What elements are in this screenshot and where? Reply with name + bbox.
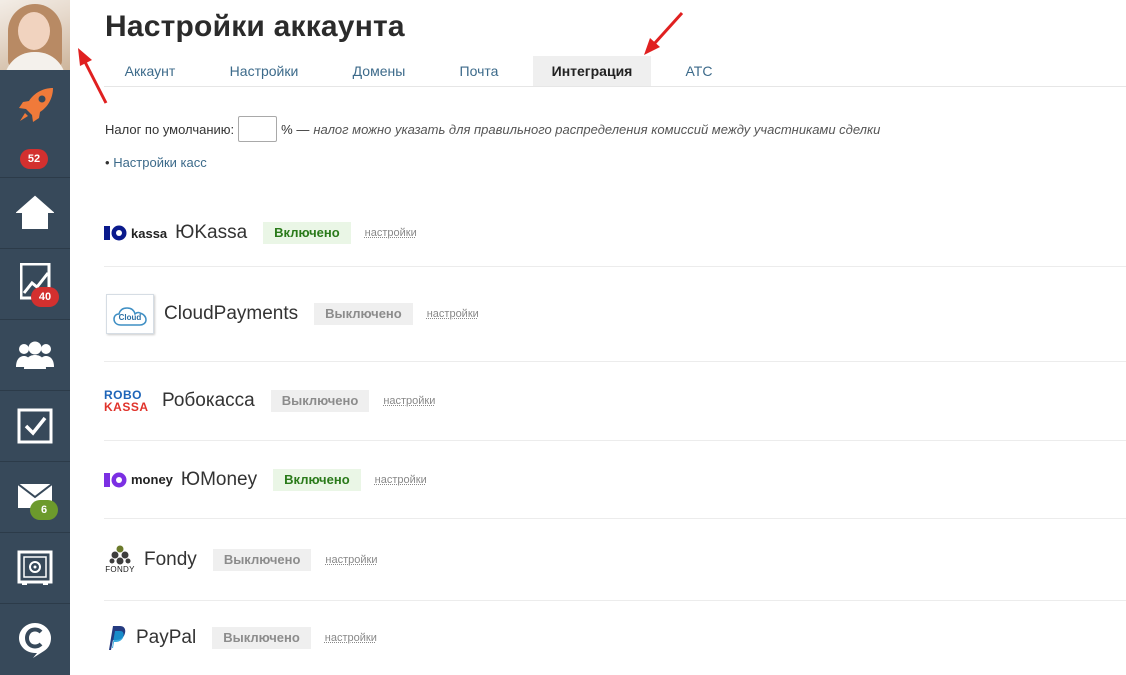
sidebar: 52 40 6 [0,0,70,675]
tab-mail[interactable]: Почта [440,56,518,86]
kassa-settings-link[interactable]: Настройки касс [113,155,207,170]
default-tax-row: Налог по умолчанию: % — налог можно указ… [105,116,880,142]
paypal-icon [109,626,126,650]
rocket-icon [19,88,53,122]
bullet: • [105,155,110,170]
integration-settings-link[interactable]: настройки [325,632,377,644]
status-badge: Включено [273,468,361,491]
sidebar-item-finance[interactable] [0,533,70,604]
integration-name: Робокасса [162,390,255,411]
integration-row-cloudpayments: Cloud CloudPayments Выключено настройки [104,267,1126,362]
fondy-logo-icon [109,545,131,565]
sidebar-item-rocket[interactable]: 52 [0,70,70,178]
sidebar-item-deals[interactable]: 40 [0,249,70,320]
status-badge: Включено [263,222,351,244]
users-icon [16,341,54,369]
checkbox-icon [17,408,53,444]
page-title: Настройки аккаунта [105,10,405,43]
yoomoney-logo-text: money [131,472,173,487]
sidebar-item-mail[interactable]: 6 [0,462,70,533]
tax-label: Налог по умолчанию: [105,121,235,137]
tab-domains[interactable]: Домены [334,56,424,86]
notification-badge: 40 [31,287,59,307]
kassa-settings-row: • Настройки касс [105,155,207,170]
fondy-logo-text: FONDY [105,565,135,574]
integration-name: CloudPayments [164,303,299,324]
integration-settings-link[interactable]: настройки [365,227,417,239]
arrow-to-avatar [78,48,108,104]
integration-name: Fondy [144,548,197,570]
support-chat-icon [19,622,51,658]
fondy-logo: FONDY [104,545,136,574]
integration-row-fondy: FONDY Fondy Выключено настройки [104,519,1126,601]
yookassa-logo-icon [104,225,127,241]
notification-badge: 52 [20,149,48,169]
robokassa-logo: ROBO KASSA [104,389,156,413]
integration-name: ЮMoney [180,468,258,490]
integration-name: ЮKassa [175,222,248,243]
integration-row-yoomoney: money ЮMoney Включено настройки [104,441,1126,519]
tab-bar: Аккаунт Настройки Домены Почта Интеграци… [104,56,1126,87]
robokassa-logo-text: ROBO KASSA [104,388,149,414]
tax-unit: % — [281,121,310,137]
cloudpayments-logo-text: Cloud [118,313,142,322]
tab-integration[interactable]: Интеграция [533,56,651,86]
status-badge: Выключено [212,627,311,649]
sidebar-item-tasks[interactable] [0,391,70,462]
home-icon [16,195,54,229]
safe-icon [17,550,53,585]
cloudpayments-logo: Cloud [106,294,154,334]
notification-badge: 6 [30,500,58,520]
tab-account[interactable]: Аккаунт [104,56,196,86]
integration-settings-link[interactable]: настройки [375,474,427,486]
yookassa-logo: kassa [104,225,167,241]
integration-name: PayPal [136,627,197,648]
integration-settings-link[interactable]: настройки [325,554,377,566]
tax-note: налог можно указать для правильного расп… [313,121,881,137]
paypal-logo [104,625,126,651]
avatar[interactable] [0,0,70,70]
sidebar-item-support[interactable] [0,604,70,675]
status-badge: Выключено [212,548,312,571]
arrow-to-integration-tab [644,11,684,55]
yookassa-logo-text: kassa [131,225,168,241]
yoomoney-logo: money [104,472,173,488]
tab-settings[interactable]: Настройки [214,56,314,86]
integration-row-yookassa: kassa ЮKassa Включено настройки [104,200,1126,267]
tab-pbx[interactable]: АТС [666,56,732,86]
sidebar-item-contacts[interactable] [0,320,70,391]
status-badge: Выключено [314,303,413,325]
tax-input[interactable] [238,116,278,142]
yoomoney-logo-icon [104,472,127,487]
integration-row-paypal: PayPal Выключено настройки [104,601,1126,675]
integration-settings-link[interactable]: настройки [427,308,479,320]
integration-settings-link[interactable]: настройки [383,395,435,407]
status-badge: Выключено [270,390,370,412]
sidebar-item-home[interactable] [0,178,70,249]
integration-row-robokassa: ROBO KASSA Робокасса Выключено настройки [104,362,1126,441]
